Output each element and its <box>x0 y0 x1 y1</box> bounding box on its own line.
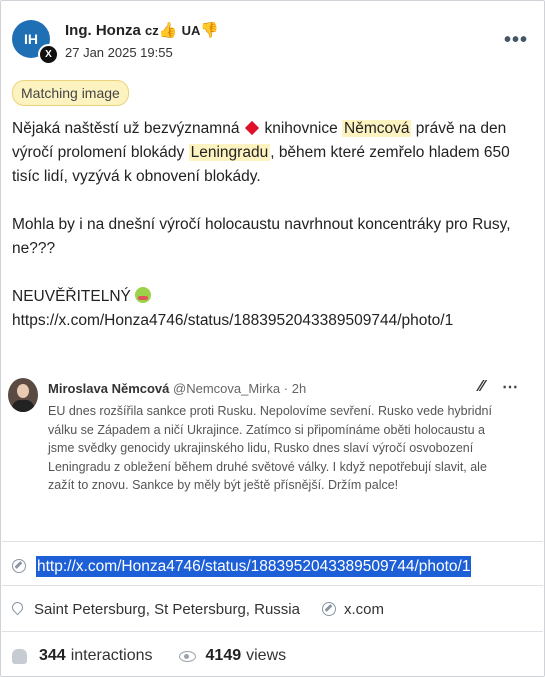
post-url-text[interactable]: https://x.com/Honza4746/status/188395204… <box>12 309 532 333</box>
x-platform-icon: X <box>38 44 59 65</box>
thumbs-down-icon: 👎 <box>200 22 220 39</box>
interactions-icon <box>12 648 27 664</box>
post-link[interactable]: http://x.com/Honza4746/status/1883952043… <box>36 555 472 577</box>
post-paragraph-1: Nějaká naštěstí už bezvýznamná knihovnice… <box>12 117 532 189</box>
thumbs-up-icon: 👍 <box>158 22 178 39</box>
author-tag: UA <box>181 23 201 38</box>
eye-icon <box>178 650 196 662</box>
link-row: http://x.com/Honza4746/status/1883952043… <box>12 555 472 577</box>
post-timestamp: 27 Jan 2025 19:55 <box>65 45 173 60</box>
stats-row: 344 interactions 4149 views <box>12 645 286 667</box>
quoted-author-avatar <box>8 378 38 412</box>
author-name: Ing. Honza <box>65 22 141 39</box>
text-segment: Nějaká naštěstí už bezvýznamná <box>12 120 240 137</box>
interactions-label: interactions <box>70 647 153 664</box>
author-country: cz <box>145 23 159 38</box>
compass-icon <box>321 602 336 616</box>
text-segment: NEUVĚŘITELNÝ <box>12 288 131 305</box>
matching-image-badge[interactable]: Matching image <box>12 80 129 106</box>
quoted-author-name: Miroslava Němcová <box>48 381 170 396</box>
avatar-initials: IH <box>24 31 38 47</box>
nauseated-face-icon <box>135 287 152 303</box>
views-label: views <box>246 647 287 664</box>
author-line[interactable]: Ing. Honza cz👍 UA👎 <box>65 21 219 39</box>
post-body: Nějaká naštěstí už bezvýznamná knihovnice… <box>12 117 532 333</box>
grok-icon[interactable]: ⁄⁄ <box>479 378 484 396</box>
quoted-more-icon[interactable]: ⋯ <box>502 377 518 397</box>
post-paragraph-3: NEUVĚŘITELNÝ <box>12 285 532 309</box>
location-text: Saint Petersburg, St Petersburg, Russia <box>34 600 300 618</box>
views-count: 4149 <box>205 647 242 664</box>
highlight-nemcova: Němcová <box>342 120 412 137</box>
quoted-author-handle: @Nemcova_Mirka <box>173 381 281 396</box>
source[interactable]: x.com <box>321 600 384 618</box>
red-diamond-icon <box>245 120 260 136</box>
interactions-count: 344 <box>39 647 66 664</box>
location-row: Saint Petersburg, St Petersburg, Russia … <box>12 598 384 620</box>
divider <box>2 541 543 542</box>
location-pin-icon <box>12 602 23 616</box>
quoted-author-line: Miroslava Němcová @Nemcova_Mirka · 2h <box>48 381 306 396</box>
divider <box>2 585 543 586</box>
highlight-leningradu: Leningradu <box>188 144 271 161</box>
text-segment: knihovnice <box>264 120 338 137</box>
quoted-post-text: EU dnes rozšířila sankce proti Rusku. Ne… <box>48 404 492 492</box>
quoted-post-age: · 2h <box>283 381 307 396</box>
divider <box>2 631 543 632</box>
post-paragraph-2: Mohla by i na dnešní výročí holocaustu n… <box>12 216 511 257</box>
compass-icon <box>12 559 26 573</box>
post-card: IH X Ing. Honza cz👍 UA👎 27 Jan 2025 19:5… <box>0 0 545 677</box>
quoted-post[interactable]: Miroslava Němcová @Nemcova_Mirka · 2h ⁄⁄… <box>2 368 543 518</box>
source-domain: x.com <box>343 600 384 618</box>
more-options-icon[interactable]: ••• <box>504 29 528 52</box>
